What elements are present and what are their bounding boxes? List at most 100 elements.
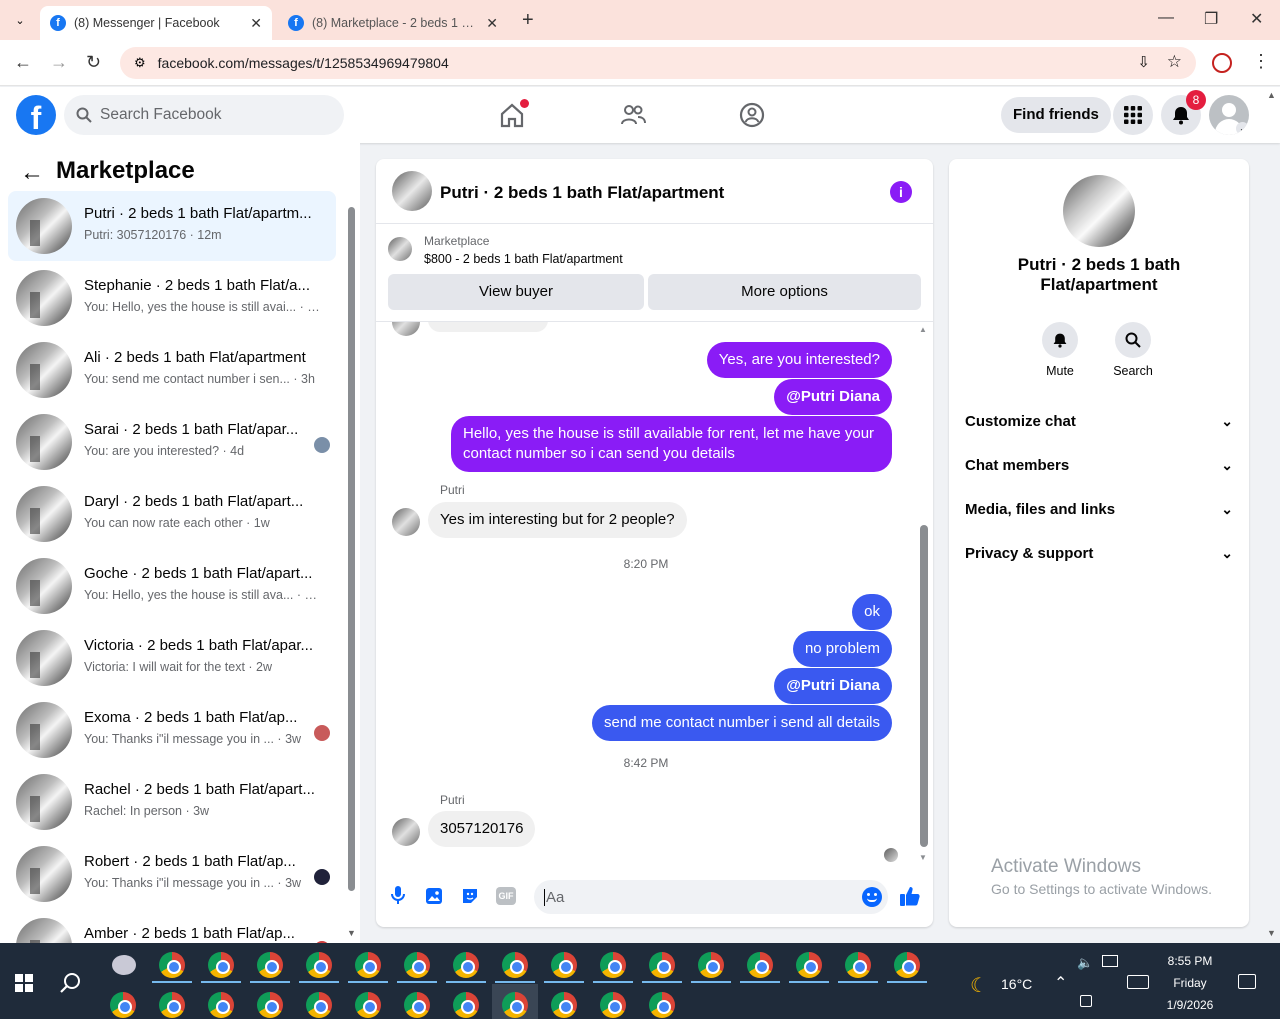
chrome-taskbar-icon[interactable] bbox=[551, 952, 577, 978]
conversation-item[interactable]: Rachel · 2 beds 1 bath Flat/apart... Rach… bbox=[8, 767, 336, 837]
volume-icon[interactable]: 🔈 bbox=[1077, 955, 1093, 971]
clock-time[interactable]: 8:55 PM bbox=[1160, 954, 1220, 968]
conversation-item[interactable]: Robert · 2 beds 1 bath Flat/ap... You: Th… bbox=[8, 839, 336, 909]
chrome-taskbar-icon[interactable] bbox=[600, 992, 626, 1018]
chrome-taskbar-icon[interactable] bbox=[306, 952, 332, 978]
listing-description[interactable]: $800 - 2 beds 1 bath Flat/apartment bbox=[424, 252, 623, 266]
facebook-logo-icon[interactable]: f bbox=[16, 95, 56, 136]
chrome-taskbar-icon[interactable] bbox=[208, 992, 234, 1018]
conversation-item[interactable]: Ali · 2 beds 1 bath Flat/apartment You: s… bbox=[8, 335, 336, 405]
chrome-taskbar-icon[interactable] bbox=[845, 952, 871, 978]
sidebar-scrollbar[interactable] bbox=[347, 195, 356, 943]
close-tab-icon[interactable]: ✕ bbox=[486, 15, 498, 32]
message-bubble-incoming[interactable]: 3057120176 bbox=[428, 811, 536, 847]
chrome-taskbar-icon[interactable] bbox=[502, 952, 528, 978]
notification-center-icon[interactable] bbox=[1238, 974, 1256, 989]
conversation-info-icon[interactable]: i bbox=[890, 181, 912, 203]
chat-avatar[interactable] bbox=[392, 171, 432, 211]
chrome-taskbar-icon[interactable] bbox=[894, 952, 920, 978]
friends-icon[interactable] bbox=[619, 101, 647, 134]
back-arrow-icon[interactable]: ← bbox=[20, 159, 44, 187]
account-avatar[interactable]: ⌄ bbox=[1209, 95, 1249, 135]
conversation-item[interactable]: Victoria · 2 beds 1 bath Flat/apar... Vic… bbox=[8, 623, 336, 693]
close-tab-icon[interactable]: ✕ bbox=[250, 15, 262, 32]
media-files-links-section[interactable]: Media, files and links ⌄ bbox=[965, 487, 1233, 531]
windows-start-icon[interactable] bbox=[15, 974, 33, 997]
customize-chat-section[interactable]: Customize chat ⌄ bbox=[965, 399, 1233, 443]
chrome-taskbar-icon[interactable] bbox=[208, 952, 234, 978]
microphone-icon[interactable] bbox=[390, 885, 406, 910]
chat-members-section[interactable]: Chat members ⌄ bbox=[965, 443, 1233, 487]
network-icon[interactable] bbox=[1102, 955, 1118, 967]
chrome-taskbar-icon[interactable] bbox=[747, 952, 773, 978]
weather-temperature[interactable]: 16°C bbox=[1001, 976, 1032, 992]
sticker-icon[interactable] bbox=[460, 886, 480, 911]
privacy-support-section[interactable]: Privacy & support ⌄ bbox=[965, 531, 1233, 575]
search-facebook-input[interactable]: Search Facebook bbox=[64, 95, 344, 135]
chrome-taskbar-icon[interactable] bbox=[110, 992, 136, 1018]
home-icon[interactable] bbox=[498, 99, 529, 134]
conversation-item[interactable]: Goche · 2 beds 1 bath Flat/apart... You: … bbox=[8, 551, 336, 621]
back-icon[interactable]: ← bbox=[14, 52, 32, 73]
emoji-icon[interactable] bbox=[862, 887, 882, 907]
chrome-taskbar-icon[interactable] bbox=[257, 992, 283, 1018]
message-bubble-outgoing[interactable]: no problem bbox=[792, 631, 892, 667]
sender-avatar[interactable] bbox=[392, 508, 420, 536]
message-bubble-outgoing[interactable]: ok bbox=[852, 594, 892, 630]
chrome-taskbar-icon[interactable] bbox=[306, 992, 332, 1018]
chrome-menu-icon[interactable]: ⋮ bbox=[1252, 51, 1270, 72]
view-buyer-button[interactable]: View buyer bbox=[388, 274, 644, 310]
search-in-conversation-button[interactable] bbox=[1115, 322, 1151, 358]
sidebar-scroll-down-icon[interactable]: ▼ bbox=[347, 928, 356, 938]
chrome-taskbar-icon[interactable] bbox=[404, 992, 430, 1018]
chrome-taskbar-icon[interactable] bbox=[355, 992, 381, 1018]
keyboard-icon[interactable] bbox=[1127, 975, 1149, 989]
page-scroll-up-icon[interactable]: ▲ bbox=[1267, 90, 1276, 100]
chrome-taskbar-icon[interactable] bbox=[159, 952, 185, 978]
conversation-item[interactable]: Sarai · 2 beds 1 bath Flat/apar... You: a… bbox=[8, 407, 336, 477]
tab-search-chevron-icon[interactable]: ⌄ bbox=[8, 8, 32, 32]
chrome-taskbar-icon[interactable] bbox=[649, 952, 675, 978]
chrome-taskbar-icon[interactable] bbox=[649, 992, 675, 1018]
conversation-item[interactable]: Putri · 2 beds 1 bath Flat/apartm... Putr… bbox=[8, 191, 336, 261]
conversation-item[interactable]: Stephanie · 2 beds 1 bath Flat/a... You: … bbox=[8, 263, 336, 333]
chrome-taskbar-icon[interactable] bbox=[453, 992, 479, 1018]
listing-thumbnail[interactable] bbox=[388, 237, 412, 261]
chrome-taskbar-icon[interactable] bbox=[551, 992, 577, 1018]
message-bubble-incoming[interactable]: Yes im interesting but for 2 people? bbox=[428, 502, 687, 538]
sender-avatar[interactable] bbox=[392, 818, 420, 846]
conversation-item[interactable]: Daryl · 2 beds 1 bath Flat/apart... You c… bbox=[8, 479, 336, 549]
weather-moon-icon[interactable]: ☾ bbox=[970, 973, 988, 998]
install-app-icon[interactable]: ⇩ bbox=[1137, 53, 1150, 71]
chrome-taskbar-icon[interactable] bbox=[453, 952, 479, 978]
mention-bubble[interactable]: @Putri Diana bbox=[774, 668, 892, 704]
clock-date[interactable]: 1/9/2026 bbox=[1160, 998, 1220, 1012]
tab-messenger[interactable]: f (8) Messenger | Facebook ✕ bbox=[40, 6, 272, 40]
thumbs-up-icon[interactable] bbox=[899, 885, 921, 912]
bookmark-star-icon[interactable]: ☆ bbox=[1167, 52, 1182, 72]
chrome-taskbar-icon[interactable] bbox=[698, 952, 724, 978]
profile-icon[interactable] bbox=[1212, 53, 1232, 73]
message-bubble-outgoing[interactable]: Hello, yes the house is still available … bbox=[451, 416, 892, 472]
message-input[interactable]: Aa bbox=[534, 880, 888, 914]
gif-icon[interactable]: GIF bbox=[496, 887, 516, 905]
chrome-taskbar-icon[interactable] bbox=[796, 952, 822, 978]
message-bubble-outgoing[interactable]: Yes, are you interested? bbox=[706, 342, 892, 378]
chrome-taskbar-icon[interactable] bbox=[257, 952, 283, 978]
mute-button[interactable] bbox=[1042, 322, 1078, 358]
close-window-button[interactable]: ✕ bbox=[1250, 9, 1263, 29]
restore-button[interactable]: ❐ bbox=[1204, 9, 1218, 29]
conversation-item[interactable]: Exoma · 2 beds 1 bath Flat/ap... You: Tha… bbox=[8, 695, 336, 765]
chrome-taskbar-icon[interactable] bbox=[600, 952, 626, 978]
chrome-taskbar-icon[interactable] bbox=[159, 992, 185, 1018]
minimize-button[interactable]: — bbox=[1158, 9, 1174, 27]
taskbar-app-icon[interactable] bbox=[112, 955, 136, 975]
tab-marketplace[interactable]: f (8) Marketplace - 2 beds 1 bath ✕ bbox=[278, 6, 508, 40]
chat-scrollbar[interactable]: ▲ ▼ bbox=[919, 325, 929, 863]
message-bubble-outgoing[interactable]: send me contact number i send all detail… bbox=[592, 705, 892, 741]
page-scroll-down-icon[interactable]: ▼ bbox=[1267, 928, 1276, 938]
profile-picture[interactable] bbox=[1063, 175, 1135, 247]
clock-day[interactable]: Friday bbox=[1160, 976, 1220, 990]
site-info-icon[interactable]: ⚙ bbox=[134, 55, 146, 71]
url-field[interactable]: ⚙ facebook.com/messages/t/12585349694798… bbox=[120, 47, 1196, 79]
